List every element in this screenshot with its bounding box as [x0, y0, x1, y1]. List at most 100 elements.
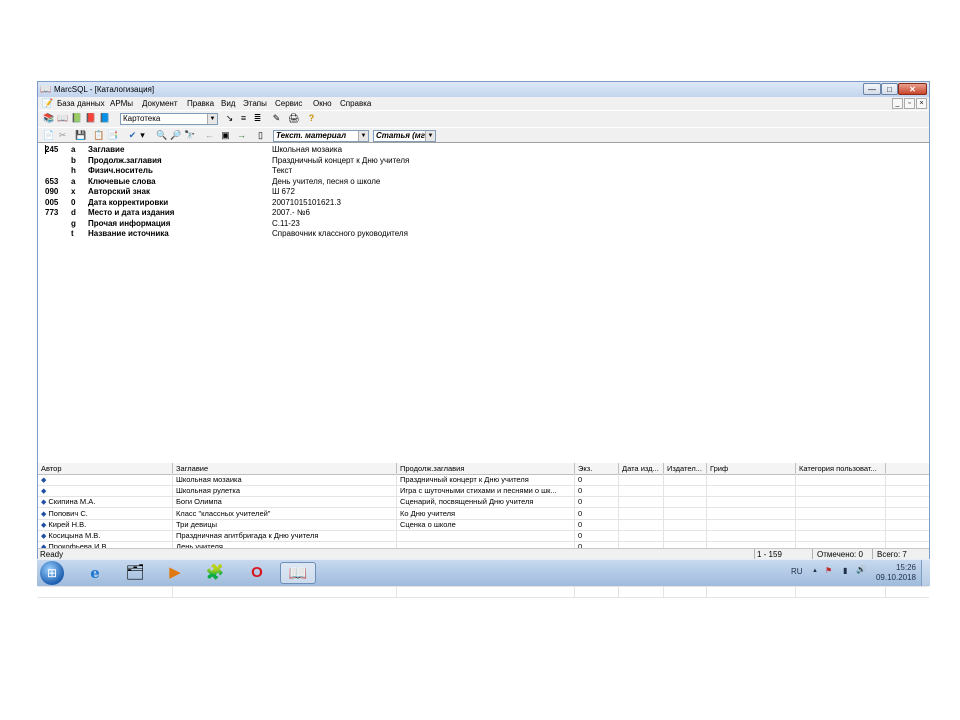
stack-icon[interactable]: ≣ — [252, 113, 263, 124]
menu-view[interactable]: Вид — [221, 99, 235, 108]
print-icon[interactable]: 🖨 — [288, 113, 299, 124]
field-name: Физич.носитель — [88, 166, 153, 175]
system-clock[interactable]: 15:26 09.10.2018 — [876, 563, 916, 583]
find-next-icon[interactable]: 🔎 — [170, 130, 181, 141]
table-cell: Боги Олимпа — [173, 496, 397, 508]
table-cell: 0 — [575, 530, 619, 541]
table-cell: ◆ Скипина М.А. — [38, 496, 173, 508]
col-author[interactable]: Автор — [38, 463, 173, 474]
table-row[interactable]: ◆ Косицына М.В. Праздничная агитбригада к … — [38, 530, 929, 542]
table-cell: Класс "классных учителей" — [173, 507, 397, 519]
field-tag: 245 — [45, 145, 59, 154]
table-cell: Игра с шуточными стихами и песнями о шк.… — [397, 485, 575, 497]
puzzle-app-icon[interactable]: 🧩 — [200, 562, 230, 584]
arrow-right-icon[interactable]: → — [236, 130, 247, 141]
article-type-select[interactable]: Статья (мг ▼ — [373, 130, 436, 142]
table-cell — [664, 496, 707, 508]
marc-record-editor[interactable]: 245 a Заглавие Школьная мозаика b Продолж.заг… — [38, 142, 929, 464]
start-button[interactable]: ⊞ — [40, 561, 64, 585]
menu-service[interactable]: Сервис — [275, 99, 302, 108]
blue-book-icon[interactable]: 📘 — [99, 113, 110, 124]
show-desktop-button[interactable] — [921, 560, 930, 586]
doc-icon: 📝 — [42, 98, 54, 108]
menu-database[interactable]: База данных — [57, 99, 105, 108]
col-copies[interactable]: Экз. — [575, 463, 619, 474]
subfield-code: h — [71, 166, 76, 175]
mdi-close-button[interactable]: × — [916, 98, 927, 109]
table-cell — [619, 507, 664, 519]
table-cell: ◆ Кирей Н.В. — [38, 518, 173, 530]
save-icon[interactable]: 💾 — [75, 130, 86, 141]
catalog-books-icon[interactable]: 📚 — [43, 113, 54, 124]
record-icon[interactable]: ▣ — [220, 130, 231, 141]
mdi-minimize-button[interactable]: _ — [892, 98, 903, 109]
col-publisher[interactable]: Издател... — [664, 463, 707, 474]
new-record-icon[interactable]: 📄 — [43, 130, 54, 141]
volume-icon[interactable]: 🔊 — [856, 565, 866, 574]
mdi-restore-button[interactable]: ▫ — [904, 98, 915, 109]
table-row[interactable]: ◆ Школьная рулетка Игра с шуточными стихам… — [38, 485, 929, 498]
field-name: Название источника — [88, 229, 169, 238]
menu-document[interactable]: Документ — [142, 99, 178, 108]
title-bar: 📖 MarcSQL - [Каталогизация] — □ ✕ — [38, 82, 929, 98]
paste-icon[interactable]: 📑 — [107, 130, 118, 141]
help-icon[interactable]: ? — [306, 113, 317, 124]
battery-icon[interactable]: ▮ — [843, 566, 847, 575]
cell-text: Школьная мозаика — [176, 475, 242, 484]
col-stamp[interactable]: Гриф — [707, 463, 796, 474]
language-indicator[interactable]: RU — [791, 567, 803, 576]
field-name: Дата корректировки — [88, 197, 169, 207]
table-cell — [664, 518, 707, 530]
flag-icon[interactable]: ⚑ — [825, 566, 832, 575]
cell-text: 0 — [578, 508, 583, 518]
file-explorer-icon[interactable]: 🗂 — [120, 562, 150, 584]
col-title[interactable]: Заглавие — [173, 463, 397, 474]
close-button[interactable]: ✕ — [898, 83, 927, 95]
find-icon[interactable]: 🔍 — [156, 130, 167, 141]
table-row[interactable] — [38, 586, 929, 598]
cut-icon[interactable]: ✂ — [57, 130, 68, 141]
binoculars-icon[interactable]: 🔭 — [184, 130, 195, 141]
panel-icon[interactable]: ▯ — [255, 130, 266, 141]
table-row[interactable]: ◆ Школьная мозаика Праздничный концерт к Д… — [38, 474, 929, 486]
table-row[interactable]: ◆ Попович С. Класс "классных учителей" Ко Д… — [38, 507, 929, 520]
marcsql-taskbar-icon[interactable]: 📖 — [280, 562, 316, 584]
menu-window[interactable]: Окно — [313, 99, 332, 108]
arrow-left-icon[interactable]: ← — [204, 130, 215, 141]
window-title: MarcSQL - [Каталогизация] — [54, 85, 155, 94]
media-player-icon[interactable]: ▶ — [160, 562, 190, 584]
table-cell — [664, 474, 707, 485]
open-book-icon[interactable]: 📖 — [57, 113, 68, 124]
check-dropdown-icon[interactable]: ▾ — [139, 130, 146, 141]
red-book-icon[interactable]: 📕 — [85, 113, 96, 124]
minimize-button[interactable]: — — [863, 83, 881, 95]
check-icon[interactable]: ✔ — [127, 130, 138, 141]
cell-text: Игра с шуточными стихами и песнями о шк.… — [400, 486, 557, 496]
pointer-icon[interactable]: ↘ — [224, 113, 235, 124]
table-cell — [707, 507, 796, 519]
col-user-category[interactable]: Категория пользоват... — [796, 463, 886, 474]
menu-help[interactable]: Справка — [340, 99, 371, 108]
copy-icon[interactable]: 📋 — [93, 130, 104, 141]
show-hidden-icons-icon[interactable]: ▲ — [812, 568, 818, 574]
internet-explorer-icon[interactable]: e — [80, 562, 110, 584]
subfield-code: a — [71, 145, 76, 154]
book-icon: ◆ — [41, 533, 47, 540]
menu-stages[interactable]: Этапы — [243, 99, 267, 108]
table-cell — [796, 474, 886, 485]
catalog-select[interactable]: Картотека ▼ — [120, 113, 218, 125]
opera-browser-icon[interactable]: O — [242, 562, 272, 584]
list-icon[interactable]: ≡ — [238, 113, 249, 124]
table-row[interactable]: ◆ Скипина М.А. Боги Олимпа Сценарий, посвящ… — [38, 496, 929, 509]
menu-arms[interactable]: АРМы — [110, 99, 133, 108]
material-type-select[interactable]: Текст. материал ▼ — [273, 130, 369, 142]
subfield-code: x — [71, 187, 76, 196]
table-cell — [664, 586, 707, 597]
maximize-button[interactable]: □ — [881, 83, 898, 95]
col-pub-date[interactable]: Дата изд... — [619, 463, 664, 474]
col-subtitle[interactable]: Продолж.заглавия — [397, 463, 575, 474]
menu-edit[interactable]: Правка — [187, 99, 214, 108]
edit-icon[interactable]: ✎ — [271, 113, 282, 124]
table-row[interactable]: ◆ Кирей Н.В. Три девицы Сценка о школе 0 — [38, 518, 929, 531]
green-book-icon[interactable]: 📗 — [71, 113, 82, 124]
